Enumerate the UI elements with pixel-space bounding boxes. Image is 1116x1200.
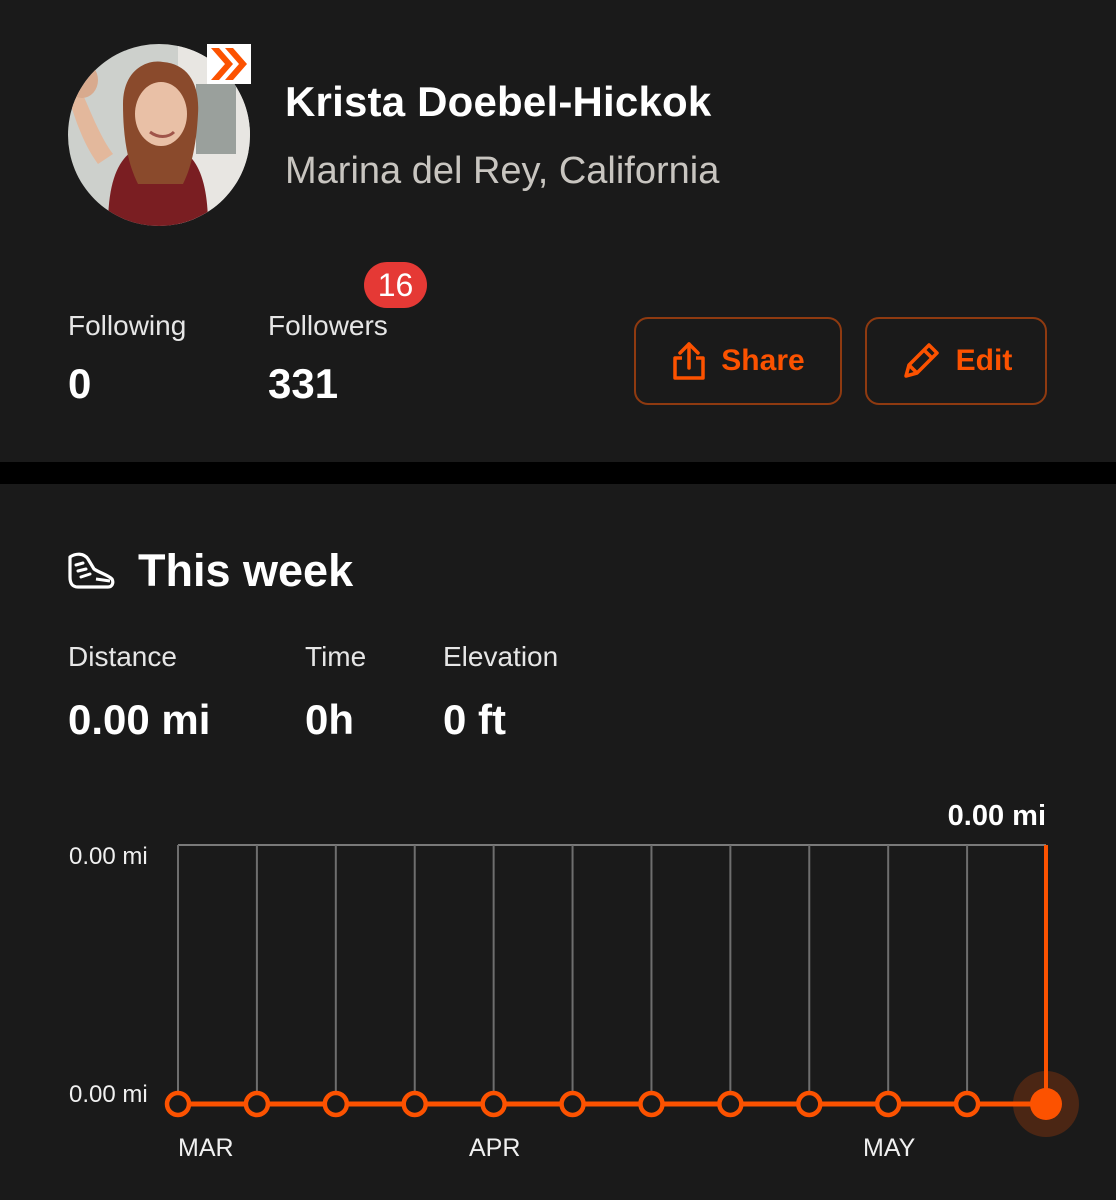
data-point-current — [1030, 1088, 1062, 1120]
data-point — [638, 1090, 665, 1118]
data-point — [401, 1090, 428, 1118]
data-point — [164, 1090, 192, 1118]
data-point — [796, 1090, 823, 1118]
data-point — [480, 1090, 507, 1118]
data-point — [874, 1090, 902, 1118]
data-point — [559, 1090, 586, 1118]
data-point — [717, 1090, 744, 1118]
data-point — [243, 1090, 271, 1118]
data-point — [953, 1090, 981, 1118]
weekly-distance-chart — [164, 844, 1079, 1137]
data-point — [322, 1090, 350, 1118]
